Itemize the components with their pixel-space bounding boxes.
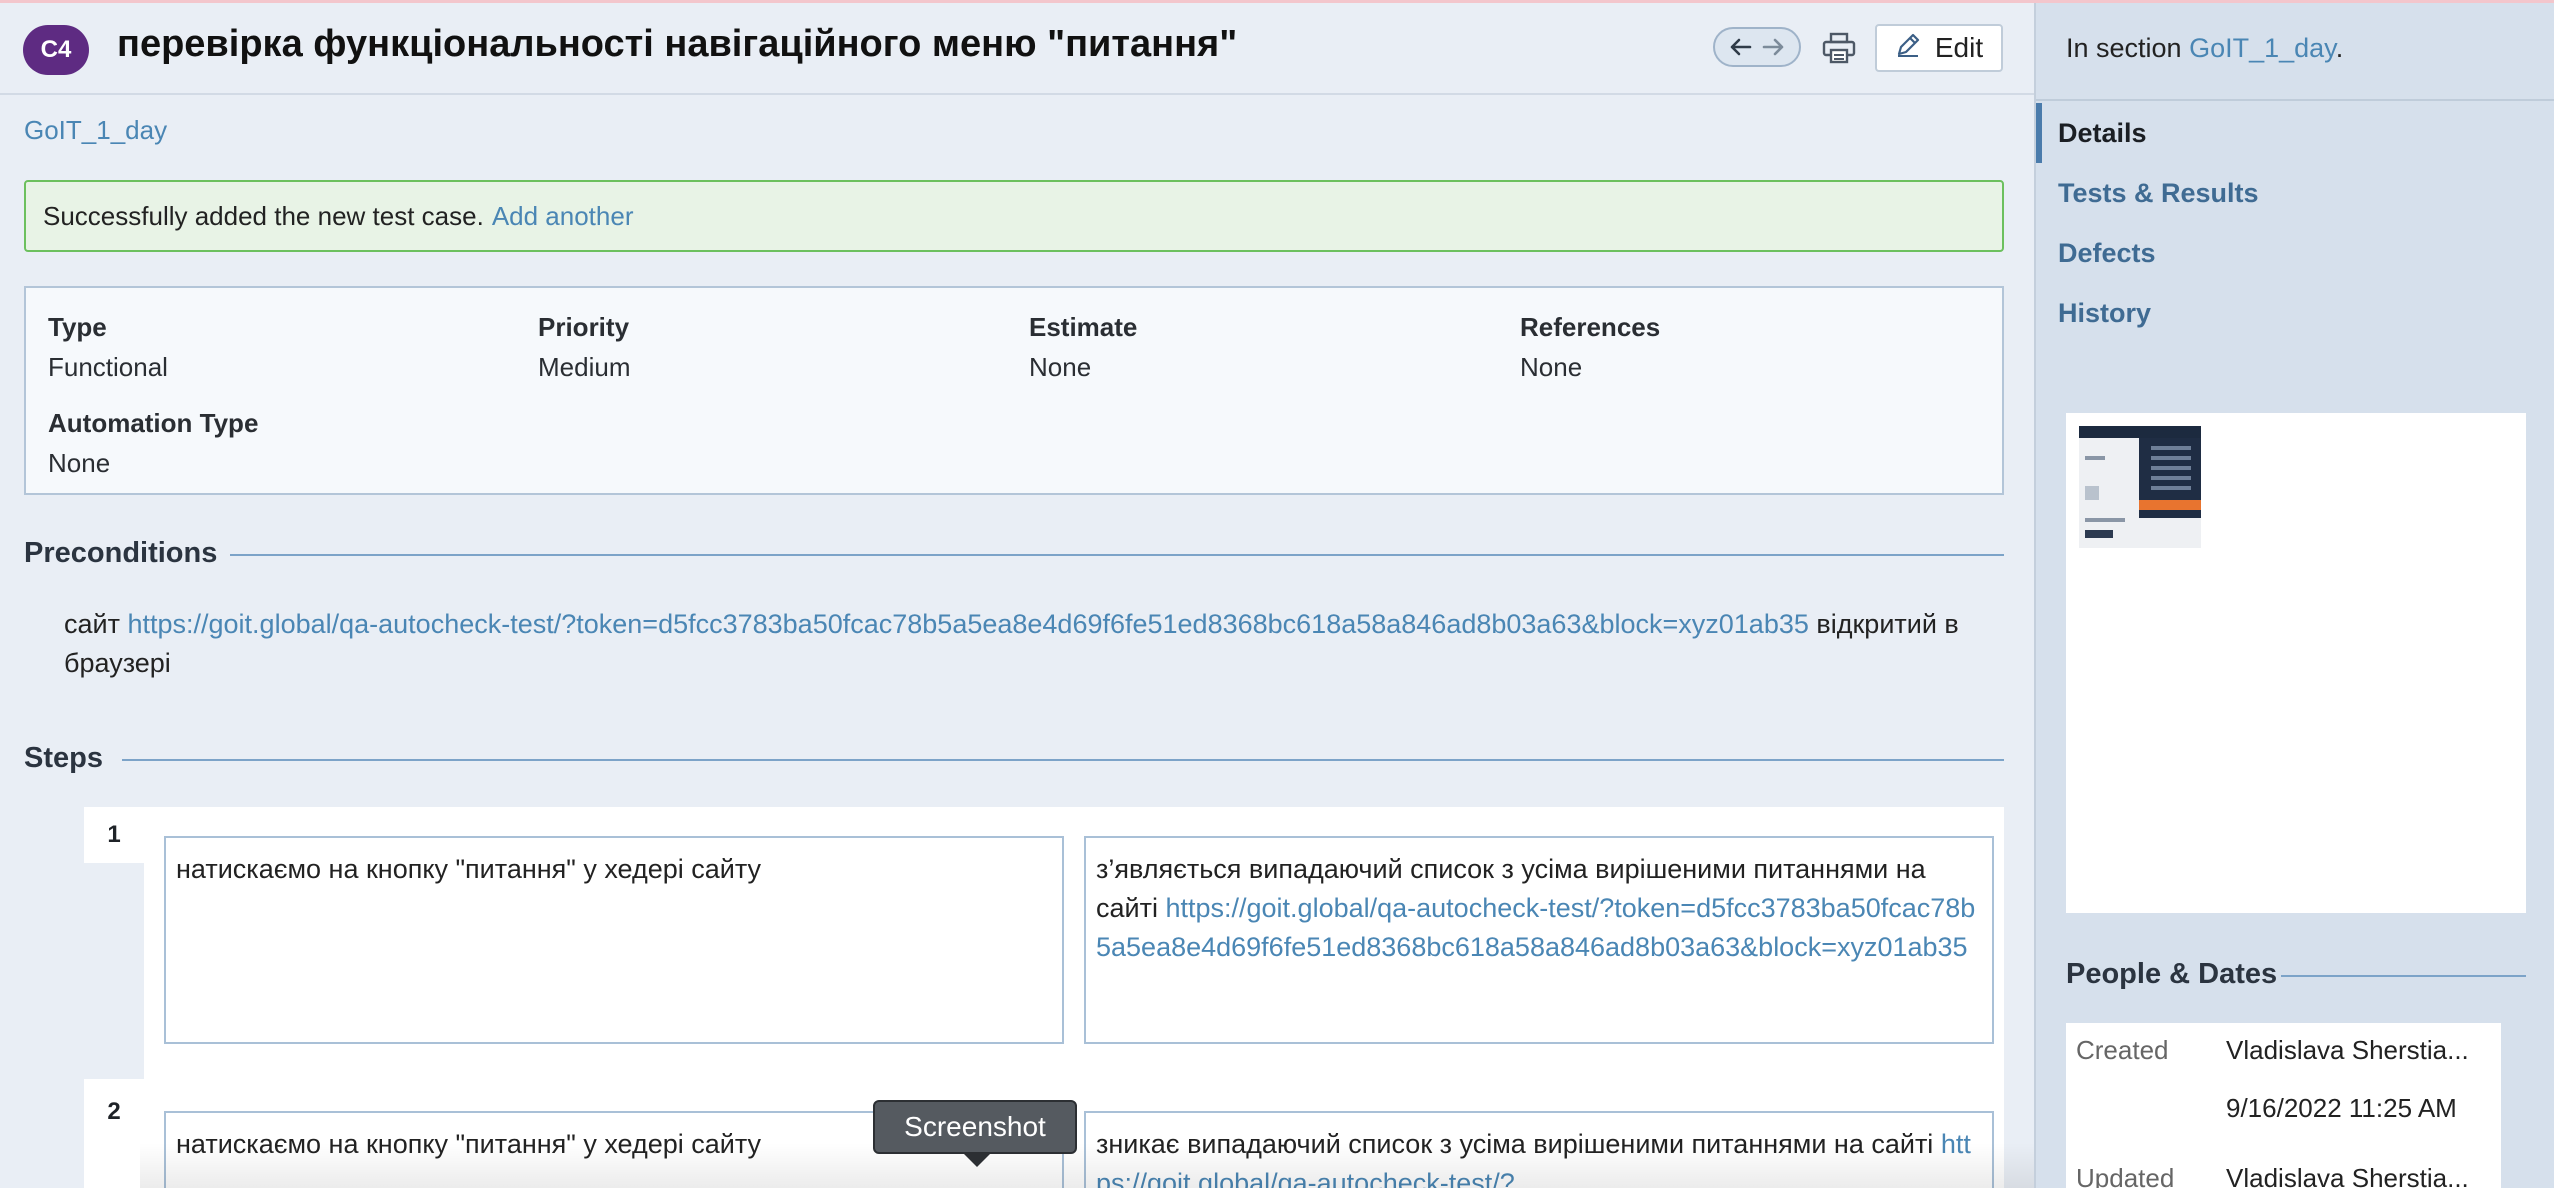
case-header: C4 перевірка функціональності навігаційн… [0,3,2034,95]
print-icon[interactable] [1820,29,1858,67]
field-type: Type Functional [48,312,168,383]
step-content-text: натискаємо на кнопку "питання" у хедері … [176,854,762,884]
attachments-panel [2066,413,2526,913]
step-gutter [84,863,144,1079]
in-section-link[interactable]: GoIT_1_day [2189,33,2336,63]
preconditions-url-link[interactable]: https://goit.global/qa-autocheck-test/?t… [127,609,1808,639]
in-section-suffix: . [2335,33,2344,63]
created-by-value: Vladislava Sherstia... [2226,1035,2469,1065]
step-expected-text: зникає випадаючий список з усіма вирішен… [1096,1129,1934,1159]
field-references-value: None [1520,352,1583,382]
preconditions-divider [230,554,2004,556]
case-fields-panel: Type Functional Priority Medium Estimate… [24,286,2004,495]
step-expected-cell: зникає випадаючий список з усіма вирішен… [1084,1111,1994,1188]
step-number: 1 [84,807,144,863]
field-automation-value: None [48,448,111,478]
sidebar-divider [2036,99,2554,101]
breadcrumb-section-link[interactable]: GoIT_1_day [24,115,167,146]
field-priority: Priority Medium [538,312,630,383]
sidebar-item-defects[interactable]: Defects [2036,223,2554,283]
step-content-text: натискаємо на кнопку "питання" у хедері … [176,1129,762,1159]
people-dates-divider [2281,975,2526,977]
sidebar-item-history[interactable]: History [2036,283,2554,343]
field-priority-value: Medium [538,352,631,382]
tooltip-arrow [963,1153,991,1167]
right-sidebar: In section GoIT_1_day. Details Tests & R… [2034,3,2554,1188]
add-another-link[interactable]: Add another [492,201,634,232]
people-dates-panel: Created Vladislava Sherstia... 9/16/2022… [2066,1023,2501,1188]
people-dates-heading: People & Dates [2066,958,2278,990]
field-estimate: Estimate None [1029,312,1137,383]
main-content: C4 перевірка функціональності навігаційн… [0,3,2034,1188]
prev-next-navigation [1713,27,1801,67]
arrow-left-icon[interactable] [1728,37,1752,57]
edit-button[interactable]: Edit [1875,24,2003,72]
created-label: Created [2076,1035,2169,1065]
field-priority-label: Priority [538,312,630,342]
step-expected-cell: з’являється випадаючий список з усіма ви… [1084,836,1994,1044]
edit-label: Edit [1934,32,1984,63]
preconditions-prefix: сайт [64,609,120,639]
pencil-icon [1895,32,1921,65]
success-message: Successfully added the new test case. Ad… [24,180,2004,252]
field-references-label: References [1520,312,1661,342]
sidebar-nav: Details Tests & Results Defects History [2036,103,2554,343]
field-references: References None [1520,312,1660,383]
sidebar-item-tests-results[interactable]: Tests & Results [2036,163,2554,223]
preconditions-text: сайт https://goit.global/qa-autocheck-te… [64,605,2004,683]
step-expected-url-link[interactable]: https://goit.global/qa-autocheck-test/?t… [1096,893,1975,962]
sidebar-item-details[interactable]: Details [2036,103,2554,163]
field-estimate-label: Estimate [1029,312,1138,342]
field-estimate-value: None [1029,352,1092,382]
in-section-info: In section GoIT_1_day. [2066,33,2343,64]
steps-divider [122,759,2004,761]
success-text: Successfully added the new test case. [43,200,484,231]
arrow-right-icon[interactable] [1762,37,1786,57]
field-type-value: Functional [48,352,168,382]
updated-label: Updated [2076,1163,2175,1188]
step-content-cell: натискаємо на кнопку "питання" у хедері … [164,836,1064,1044]
field-automation-label: Automation Type [48,408,259,438]
attachment-thumbnail[interactable] [2079,426,2201,548]
preconditions-heading: Preconditions [24,537,218,569]
screenshot-tooltip: Screenshot [873,1100,1077,1154]
page-title: перевірка функціональності навігаційного… [117,23,1238,65]
updated-by-value: Vladislava Sherstia... [2226,1163,2469,1188]
field-type-label: Type [48,312,107,342]
in-section-prefix: In section [2066,33,2182,63]
field-automation-type: Automation Type None [48,408,258,479]
steps-heading: Steps [24,742,103,774]
created-date-value: 9/16/2022 11:25 AM [2226,1093,2457,1123]
case-id-badge: C4 [23,25,89,75]
step-number: 2 [84,1084,144,1140]
